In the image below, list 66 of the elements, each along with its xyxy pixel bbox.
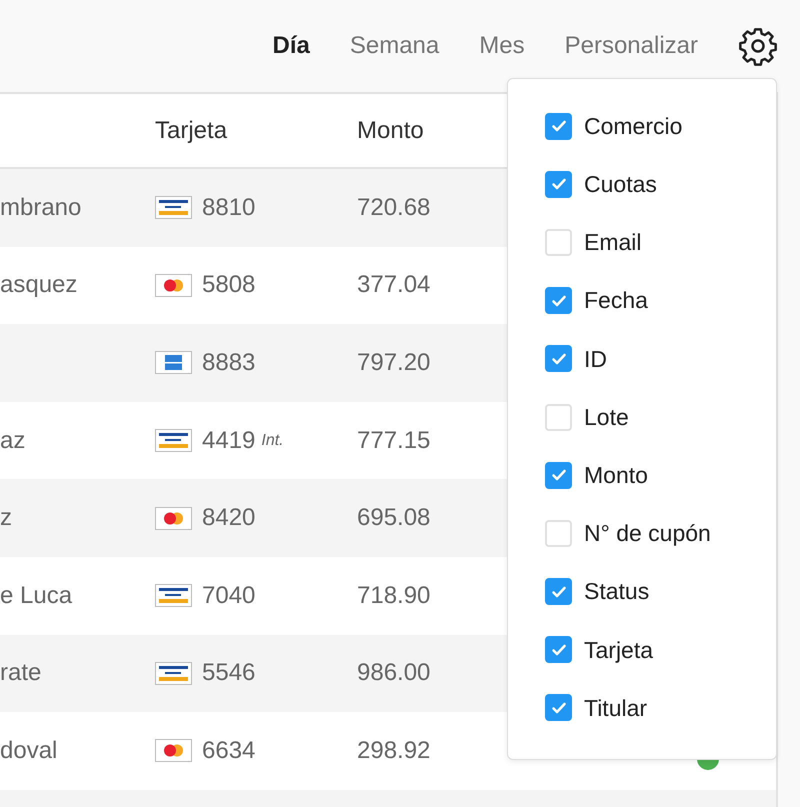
check-icon	[550, 700, 566, 716]
card-icon	[155, 584, 192, 608]
amount: 777.15	[357, 426, 430, 454]
column-option[interactable]: Lote	[584, 400, 629, 434]
card-icon	[155, 429, 192, 452]
checkbox[interactable]	[545, 578, 572, 606]
card-icon	[155, 351, 192, 374]
card-number: 5546	[202, 658, 256, 688]
column-option[interactable]: ID	[584, 342, 607, 376]
period-tab[interactable]: Semana	[330, 28, 460, 64]
card-number: 8810	[202, 192, 256, 223]
holder-name: asquez	[0, 271, 78, 298]
column-option[interactable]: Monto	[584, 458, 648, 492]
amount: 797.20	[357, 348, 430, 376]
checkbox[interactable]	[545, 694, 572, 722]
checkbox[interactable]	[545, 287, 572, 314]
holder-name: mbrano	[0, 194, 82, 221]
column-option[interactable]: Status	[584, 574, 650, 609]
card-icon	[155, 196, 192, 220]
checkbox[interactable]	[545, 462, 572, 489]
card-icon	[155, 506, 192, 530]
column-option[interactable]: Tarjeta	[584, 632, 654, 668]
period-tab[interactable]: Personalizar	[544, 28, 718, 64]
column-option[interactable]: N° de cupón	[584, 516, 711, 551]
card-icon	[155, 274, 192, 297]
card-number: 6634	[202, 736, 256, 766]
column-option[interactable]: Fecha	[584, 283, 648, 318]
check-icon	[550, 176, 566, 192]
holder-name: az	[0, 426, 26, 454]
amount: 986.00	[357, 659, 430, 686]
amount: 298.92	[357, 736, 430, 764]
checkbox[interactable]	[545, 112, 572, 140]
column-option[interactable]: Cuotas	[584, 167, 657, 202]
check-icon	[550, 350, 566, 367]
card-number: 4419	[202, 426, 256, 456]
amount: 718.90	[357, 582, 430, 609]
amount: 695.08	[357, 504, 430, 532]
card-icon	[155, 662, 192, 685]
column-option[interactable]: Comercio	[584, 108, 682, 144]
check-icon	[550, 584, 566, 600]
holder-name: z	[0, 504, 12, 532]
card-number: 7040	[202, 580, 256, 611]
check-icon	[550, 118, 566, 134]
card-icon	[155, 739, 192, 762]
amount: 720.68	[357, 194, 430, 221]
check-icon	[550, 467, 566, 484]
column-header: Monto	[357, 116, 425, 146]
checkbox[interactable]	[545, 170, 572, 198]
card-note: Int.	[261, 430, 284, 451]
column-option[interactable]: Titular	[584, 690, 648, 726]
check-icon	[550, 292, 566, 309]
checkbox[interactable]	[545, 345, 572, 372]
column-header: Tarjeta	[155, 116, 228, 146]
period-tab[interactable]: Día	[252, 28, 330, 64]
card-number: 5808	[202, 270, 256, 300]
holder-name: rate	[0, 659, 42, 686]
check-icon	[550, 642, 566, 658]
settings-icon[interactable]	[738, 26, 778, 66]
card-number: 8420	[202, 503, 256, 534]
holder-name: doval	[0, 736, 58, 764]
card-number: 8883	[202, 348, 256, 378]
holder-name: e Luca	[0, 582, 72, 609]
period-tab[interactable]: Mes	[459, 28, 545, 64]
amount: 377.04	[357, 271, 430, 298]
column-option[interactable]: Email	[584, 225, 642, 260]
checkbox[interactable]	[545, 636, 572, 664]
